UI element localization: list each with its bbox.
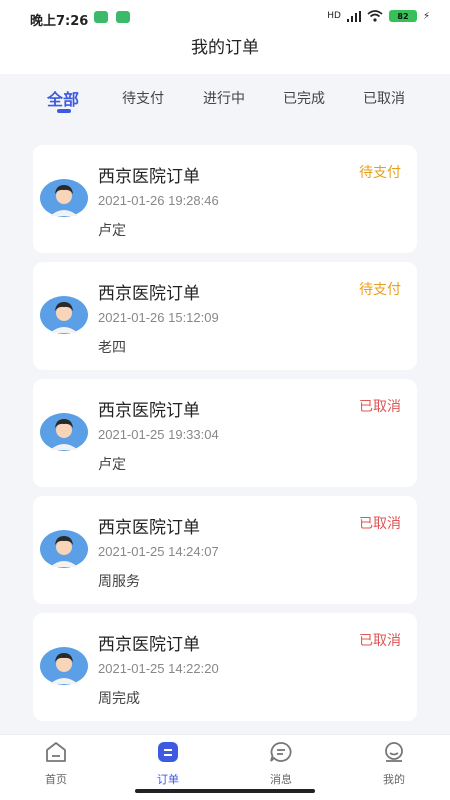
tab-completed[interactable]: 已完成 [283, 88, 325, 108]
signal-icon [346, 10, 361, 22]
order-card[interactable]: 西京医院订单 2021-01-26 19:28:46 卢定 待支付 [33, 145, 417, 253]
nav-home[interactable]: 首页 [26, 741, 86, 787]
order-time: 2021-01-25 14:24:07 [98, 544, 219, 559]
doctor-avatar-icon [40, 530, 88, 568]
app-notification-icon [94, 11, 108, 23]
patient-name: 卢定 [98, 223, 126, 239]
nav-messages[interactable]: 消息 [251, 741, 311, 787]
tab-all[interactable]: 全部 [47, 86, 79, 110]
doctor-avatar-icon [40, 413, 88, 451]
app-notification-icon [116, 11, 130, 23]
order-time: 2021-01-26 15:12:09 [98, 310, 219, 325]
tab-cancelled[interactable]: 已取消 [363, 88, 405, 108]
nav-profile[interactable]: 我的 [364, 741, 424, 787]
home-icon [46, 742, 66, 762]
nav-orders[interactable]: 订单 [138, 741, 198, 787]
order-title: 西京医院订单 [98, 635, 200, 655]
tab-in-progress[interactable]: 进行中 [203, 88, 245, 108]
nav-orders-label: 订单 [157, 773, 179, 786]
nav-profile-label: 我的 [383, 773, 405, 786]
message-icon [270, 742, 292, 762]
doctor-avatar-icon [40, 647, 88, 685]
status-time: 晚上7:26 [30, 14, 89, 29]
order-title: 西京医院订单 [98, 401, 200, 421]
order-card[interactable]: 西京医院订单 2021-01-25 14:24:07 周服务 已取消 [33, 496, 417, 604]
doctor-avatar-icon [40, 296, 88, 334]
order-card[interactable]: 西京医院订单 2021-01-25 19:33:04 卢定 已取消 [33, 379, 417, 487]
order-time: 2021-01-25 14:22:20 [98, 661, 219, 676]
doctor-avatar-icon [40, 179, 88, 217]
profile-icon [385, 742, 403, 762]
order-status: 已取消 [359, 633, 401, 649]
order-tabs: 全部 待支付 进行中 已完成 已取消 [0, 74, 450, 124]
page-title: 我的订单 [191, 38, 259, 58]
title-bar: 我的订单 [0, 34, 450, 74]
nav-messages-label: 消息 [270, 773, 292, 786]
patient-name: 周完成 [98, 691, 140, 707]
status-bar: 晚上7:26 HD 82 ⚡ [0, 0, 450, 34]
wifi-icon [367, 10, 383, 22]
order-status: 待支付 [359, 165, 401, 181]
nav-home-label: 首页 [45, 773, 67, 786]
order-status: 待支付 [359, 282, 401, 298]
tab-pending-payment[interactable]: 待支付 [122, 88, 164, 108]
order-title: 西京医院订单 [98, 167, 200, 187]
order-icon [158, 742, 178, 762]
patient-name: 周服务 [98, 574, 140, 590]
order-time: 2021-01-26 19:28:46 [98, 193, 219, 208]
order-status: 已取消 [359, 399, 401, 415]
patient-name: 卢定 [98, 457, 126, 473]
order-card[interactable]: 西京医院订单 2021-01-26 15:12:09 老四 待支付 [33, 262, 417, 370]
home-indicator[interactable] [135, 789, 315, 793]
order-list: 西京医院订单 2021-01-26 19:28:46 卢定 待支付 西京医院订单… [33, 145, 417, 730]
patient-name: 老四 [98, 340, 126, 356]
order-title: 西京医院订单 [98, 518, 200, 538]
status-indicators: HD 82 ⚡ [327, 10, 430, 22]
order-card[interactable]: 西京医院订单 2021-01-25 14:22:20 周完成 已取消 [33, 613, 417, 721]
active-tab-indicator [57, 109, 71, 113]
battery-icon: 82 [388, 10, 417, 22]
charging-icon: ⚡ [422, 10, 430, 22]
order-title: 西京医院订单 [98, 284, 200, 304]
network-label: HD [327, 11, 341, 21]
order-status: 已取消 [359, 516, 401, 532]
order-time: 2021-01-25 19:33:04 [98, 427, 219, 442]
